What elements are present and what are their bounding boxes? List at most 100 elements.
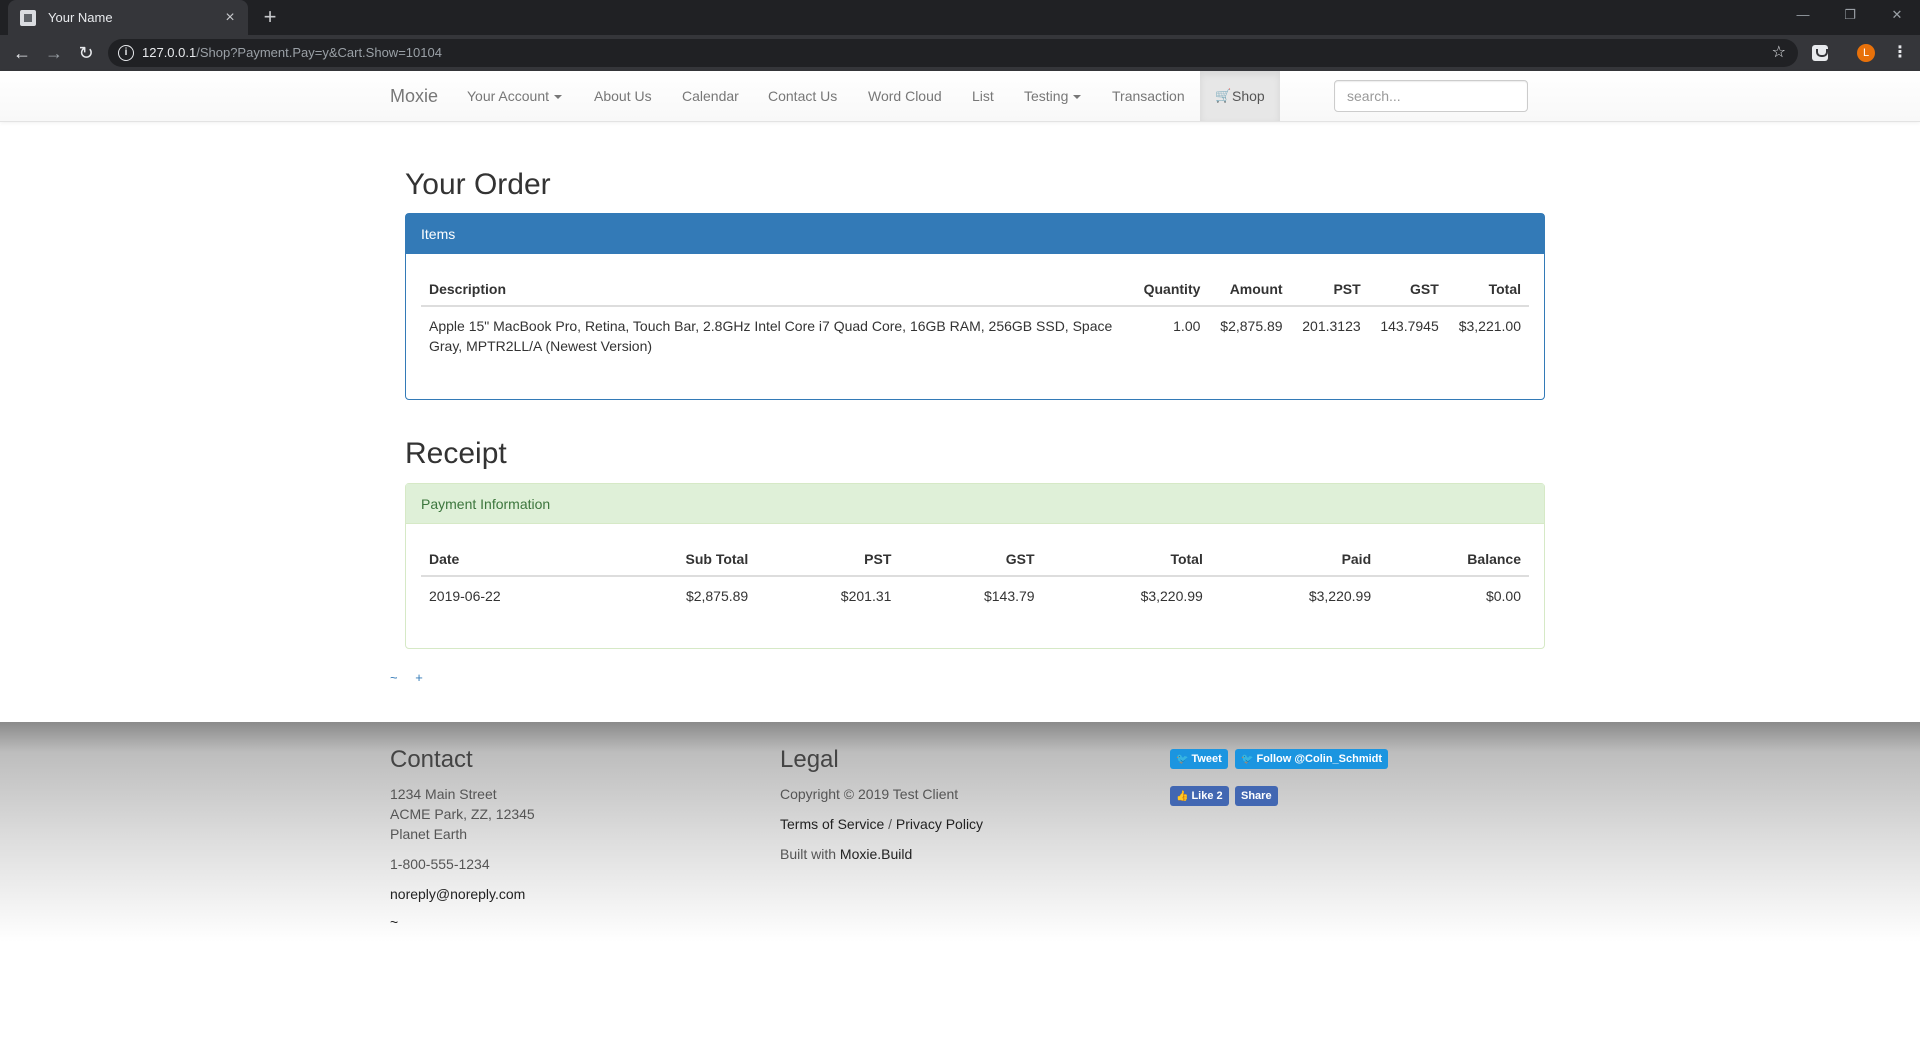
twitter-bird-icon: 🐦: [1241, 754, 1254, 765]
site-navbar: Moxie Your Account About Us Calendar Con…: [0, 71, 1920, 122]
tab-title: Your Name: [48, 10, 113, 25]
tweet-button[interactable]: 🐦 Tweet: [1170, 749, 1228, 769]
nav-your-account[interactable]: Your Account: [467, 88, 562, 104]
receipt-date: 2019-06-22: [429, 588, 501, 604]
table-header-row: Date Sub Total PST GST Total Paid Balanc…: [421, 551, 1529, 577]
order-items-table: Description Quantity Amount PST GST Tota…: [421, 281, 1529, 365]
back-arrow-icon[interactable]: ←: [8, 39, 36, 67]
nav-calendar[interactable]: Calendar: [682, 88, 739, 104]
plus-link[interactable]: +: [415, 670, 423, 685]
col-pst: PST: [1290, 281, 1369, 307]
item-description: Apple 15" MacBook Pro, Retina, Touch Bar…: [421, 306, 1132, 365]
minimize-window-icon[interactable]: —: [1780, 0, 1826, 30]
item-quantity: 1.00: [1173, 318, 1201, 334]
col-paid: Paid: [1210, 551, 1380, 577]
restore-window-icon[interactable]: ❐: [1827, 0, 1873, 30]
address-line-2: ACME Park, ZZ, 12345: [390, 806, 535, 822]
follow-label: Follow @Colin_Schmidt: [1256, 753, 1383, 765]
browser-menu-icon[interactable]: ⋮: [1892, 44, 1908, 62]
table-row: 2019-06-22 $2,875.89 $201.31 $143.79 $3,…: [421, 576, 1529, 615]
col-date: Date: [421, 551, 587, 577]
page-favicon-icon: [20, 9, 36, 26]
col-quantity: Quantity: [1132, 281, 1209, 307]
payment-panel-heading: Payment Information: [406, 484, 1544, 524]
address-line-3: Planet Earth: [390, 826, 468, 842]
footer-tilde-link[interactable]: ~: [390, 914, 398, 930]
nav-about-us[interactable]: About Us: [594, 88, 652, 104]
item-description-line2: Gray, MPTR2LL/A (Newest Version): [429, 338, 653, 354]
nav-word-cloud[interactable]: Word Cloud: [868, 88, 942, 104]
nav-testing[interactable]: Testing: [1024, 88, 1082, 104]
col-total: Total: [1042, 551, 1211, 577]
moxie-build-link[interactable]: Moxie.Build: [840, 846, 912, 862]
order-panel-heading: Items: [406, 214, 1544, 254]
profile-avatar[interactable]: L: [1857, 44, 1875, 62]
nav-transaction[interactable]: Transaction: [1112, 88, 1185, 104]
col-description: Description: [421, 281, 1132, 307]
payment-info-panel: Payment Information Date Sub Total PST G…: [405, 483, 1545, 649]
shopping-cart-icon: 🛒: [1215, 88, 1232, 103]
legal-separator: /: [888, 816, 893, 832]
col-pst: PST: [756, 551, 900, 577]
site-info-icon[interactable]: i: [118, 45, 134, 61]
col-total: Total: [1446, 281, 1529, 307]
nav-shop[interactable]: 🛒 Shop: [1200, 71, 1280, 121]
facebook-like-button[interactable]: 👍 Like 2: [1170, 786, 1229, 806]
pocket-extension-icon[interactable]: [1812, 45, 1828, 61]
browser-tab-strip: Your Name × + — ❐ ✕: [0, 0, 1920, 35]
thumbs-up-icon: 👍: [1176, 791, 1189, 802]
copyright-text: Copyright © 2019 Test Client: [780, 786, 959, 802]
tab-close-icon[interactable]: ×: [222, 9, 238, 26]
reload-icon[interactable]: ↻: [72, 39, 100, 67]
caret-down-icon: [1073, 95, 1082, 100]
built-with-label: Built with: [780, 846, 837, 862]
col-gst: GST: [899, 551, 1043, 577]
new-tab-button[interactable]: +: [258, 6, 282, 30]
browser-tab[interactable]: Your Name ×: [8, 0, 248, 35]
terms-of-service-link[interactable]: Terms of Service: [780, 816, 884, 832]
nav-your-account-label: Your Account: [467, 88, 549, 104]
twitter-bird-icon: 🐦: [1176, 754, 1189, 765]
receipt-pst: $201.31: [840, 588, 892, 604]
nav-shop-label: Shop: [1232, 88, 1265, 104]
col-balance: Balance: [1379, 551, 1529, 577]
receipt-table: Date Sub Total PST GST Total Paid Balanc…: [421, 551, 1529, 615]
bookmark-star-icon[interactable]: ☆: [1772, 42, 1786, 62]
tweet-label: Tweet: [1191, 753, 1222, 765]
built-with-text: Built with Moxie.Build: [780, 846, 912, 862]
nav-contact-us[interactable]: Contact Us: [768, 88, 837, 104]
contact-email-link[interactable]: noreply@noreply.com: [390, 886, 525, 902]
nav-list[interactable]: List: [972, 88, 994, 104]
receipt-paid: $3,220.99: [1308, 588, 1372, 604]
page-links: ~ +: [390, 670, 437, 685]
privacy-policy-link[interactable]: Privacy Policy: [896, 816, 983, 832]
url-text[interactable]: 127.0.0.1/Shop?Payment.Pay=y&Cart.Show=1…: [142, 45, 442, 60]
forward-arrow-icon[interactable]: →: [40, 39, 68, 67]
search-input[interactable]: [1334, 80, 1528, 112]
url-path: /Shop?Payment.Pay=y&Cart.Show=10104: [196, 45, 442, 60]
address-bar[interactable]: i 127.0.0.1/Shop?Payment.Pay=y&Cart.Show…: [108, 39, 1798, 67]
col-gst: GST: [1368, 281, 1447, 307]
brand-link[interactable]: Moxie: [390, 86, 438, 107]
address-line-1: 1234 Main Street: [390, 786, 497, 802]
table-row: Apple 15" MacBook Pro, Retina, Touch Bar…: [421, 306, 1529, 365]
nav-testing-label: Testing: [1024, 88, 1069, 104]
item-description-line1: Apple 15" MacBook Pro, Retina, Touch Bar…: [429, 318, 1113, 334]
facebook-share-button[interactable]: Share: [1235, 786, 1278, 806]
item-total: $3,221.00: [1458, 318, 1521, 334]
caret-down-icon: [554, 95, 562, 100]
receipt-total: $3,220.99: [1140, 588, 1203, 604]
col-sub-total: Sub Total: [587, 551, 757, 577]
tilde-link[interactable]: ~: [390, 670, 398, 685]
order-title: Your Order: [405, 168, 551, 201]
legal-heading: Legal: [780, 746, 839, 773]
like-label: Like 2: [1191, 790, 1223, 802]
follow-button[interactable]: 🐦 Follow @Colin_Schmidt: [1235, 749, 1389, 769]
item-pst: 201.3123: [1302, 318, 1361, 334]
legal-links: Terms of Service / Privacy Policy: [780, 816, 983, 832]
table-header-row: Description Quantity Amount PST GST Tota…: [421, 281, 1529, 307]
close-window-icon[interactable]: ✕: [1874, 0, 1920, 30]
item-gst: 143.7945: [1380, 318, 1439, 334]
col-amount: Amount: [1208, 281, 1291, 307]
browser-toolbar: ← → ↻ i 127.0.0.1/Shop?Payment.Pay=y&Car…: [0, 35, 1920, 71]
